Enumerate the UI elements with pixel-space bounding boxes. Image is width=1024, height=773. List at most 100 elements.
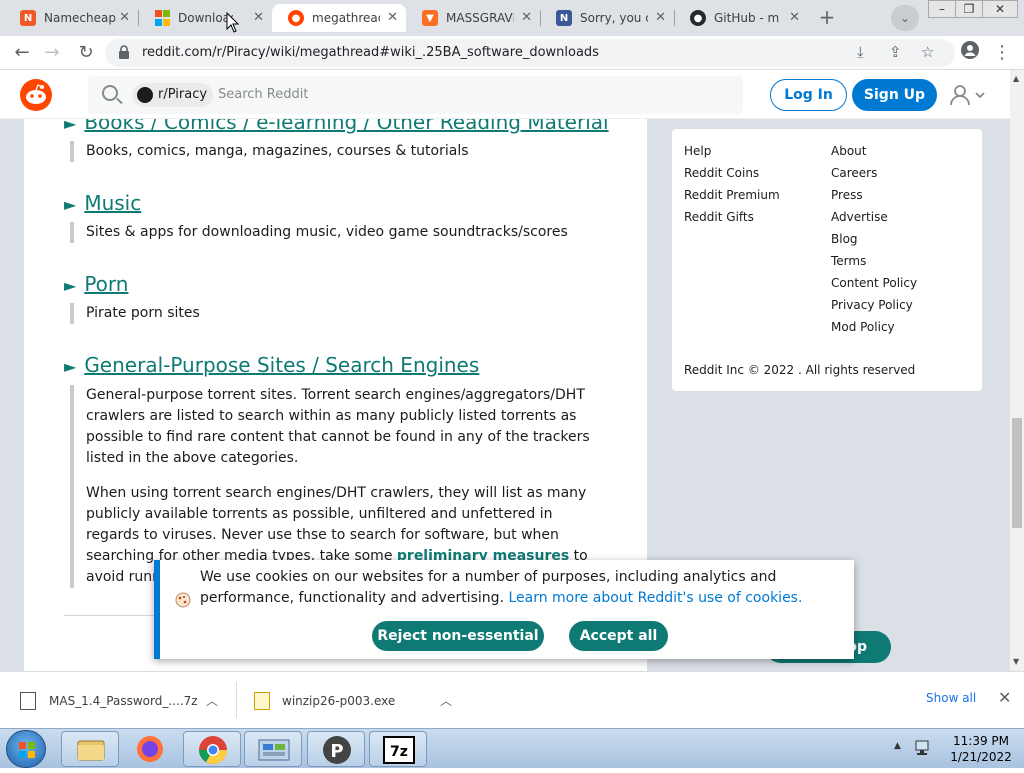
section-heading-music[interactable]: ► Music — [64, 191, 141, 215]
tab-title: megathread — [312, 11, 380, 25]
download-item[interactable]: winzip26-p003.exe ︿ — [254, 686, 459, 716]
system-clock[interactable]: 11:39 PM 1/21/2022 — [946, 733, 1016, 765]
chrome-icon[interactable] — [183, 731, 241, 767]
github-icon: ● — [690, 10, 706, 26]
close-tab-icon[interactable]: ✕ — [119, 10, 130, 25]
footer-link-content-policy[interactable]: Content Policy — [831, 276, 917, 290]
address-bar[interactable]: reddit.com/r/Piracy/wiki/megathread#wiki… — [105, 39, 955, 67]
back-arrow-icon[interactable]: ← — [10, 41, 34, 65]
show-hidden-icons-icon[interactable]: ▲ — [894, 741, 901, 751]
subreddit-chip-label: r/Piracy — [158, 87, 208, 102]
section-quote: Pirate porn sites — [70, 303, 200, 324]
close-tab-icon[interactable]: ✕ — [655, 10, 666, 25]
footer-link-help[interactable]: Help — [684, 144, 711, 158]
footer-link-press[interactable]: Press — [831, 188, 863, 202]
url-text: reddit.com/r/Piracy/wiki/megathread#wiki… — [142, 45, 599, 60]
file-explorer-icon[interactable] — [61, 731, 119, 767]
triangle-icon: ► — [64, 357, 77, 376]
reject-non-essential-button[interactable]: Reject non-essential — [372, 621, 544, 651]
new-tab-button[interactable]: + — [815, 6, 839, 30]
triangle-icon: ► — [64, 119, 77, 133]
tab-title: Namecheap — [44, 11, 116, 25]
tab-search-button[interactable]: ⌄ — [891, 5, 919, 31]
footer-link-advertise[interactable]: Advertise — [831, 210, 888, 224]
download-item[interactable]: MAS_1.4_Password_....7z ︿ — [20, 686, 225, 716]
footer-link-gifts[interactable]: Reddit Gifts — [684, 210, 754, 224]
tab-sorry[interactable]: N Sorry, you c ✕ — [540, 4, 674, 32]
heading-text: Books / Comics / e-learning / Other Read… — [84, 119, 609, 134]
footer-link-privacy-policy[interactable]: Privacy Policy — [831, 298, 913, 312]
close-tab-icon[interactable]: ✕ — [521, 10, 532, 25]
chevron-up-icon[interactable]: ︿ — [440, 686, 452, 716]
chevron-up-icon[interactable]: ︿ — [206, 686, 218, 716]
downloads-bar: MAS_1.4_Password_....7z ︿ winzip26-p003.… — [0, 671, 1024, 728]
browser-tab-strip: N Namecheap ✕ Download ✕ ● megathread ✕ … — [0, 0, 1024, 36]
svg-text:P: P — [330, 741, 343, 762]
forward-arrow-icon[interactable]: → — [40, 41, 64, 65]
signup-button[interactable]: Sign Up — [852, 79, 937, 111]
accept-all-button[interactable]: Accept all — [569, 621, 668, 651]
tab-title: Download — [178, 11, 233, 25]
tab-namecheap[interactable]: N Namecheap ✕ — [4, 4, 138, 32]
bookmark-star-icon[interactable]: ☆ — [921, 43, 934, 61]
heading-text: Music — [84, 191, 142, 215]
tab-title: MASSGRAVE — [446, 11, 514, 25]
mouse-cursor-icon — [226, 12, 240, 33]
section-heading-porn[interactable]: ► Porn — [64, 272, 128, 296]
reddit-search-bar[interactable]: r/Piracy Search Reddit — [88, 76, 743, 114]
heading-text: General-Purpose Sites / Search Engines — [84, 353, 480, 377]
footer-link-about[interactable]: About — [831, 144, 866, 158]
cookie-policy-link[interactable]: Learn more about Reddit's use of cookies… — [508, 590, 802, 606]
page-scrollbar[interactable]: ▲ ▼ — [1010, 70, 1024, 671]
show-all-downloads-link[interactable]: Show all — [926, 691, 976, 705]
close-tab-icon[interactable]: ✕ — [789, 10, 800, 25]
restore-button[interactable]: ❐ — [955, 0, 983, 18]
scroll-down-arrow-icon[interactable]: ▼ — [1013, 657, 1019, 666]
browser-menu-icon[interactable]: ⋮ — [990, 41, 1014, 65]
download-filename: MAS_1.4_Password_....7z — [49, 694, 198, 708]
subreddit-icon — [137, 87, 153, 103]
section-heading-general[interactable]: ► General-Purpose Sites / Search Engines — [64, 353, 479, 377]
scrollbar-thumb[interactable] — [1012, 418, 1022, 528]
close-window-button[interactable]: ✕ — [982, 0, 1018, 18]
footer-link-careers[interactable]: Careers — [831, 166, 877, 180]
footer-link-mod-policy[interactable]: Mod Policy — [831, 320, 895, 334]
section-description: Pirate porn sites — [86, 305, 200, 321]
footer-link-coins[interactable]: Reddit Coins — [684, 166, 759, 180]
tab-github[interactable]: ● GitHub - m ✕ — [674, 4, 808, 32]
cookie-icon — [175, 592, 191, 608]
close-tab-icon[interactable]: ✕ — [253, 10, 264, 25]
search-icon — [102, 85, 118, 101]
microsoft-icon — [154, 10, 170, 26]
section-description: General-purpose torrent sites. Torrent s… — [86, 387, 590, 466]
system-tray: ▲ 11:39 PM 1/21/2022 — [890, 729, 1024, 769]
install-icon[interactable]: ⤓ — [857, 43, 864, 61]
close-tab-icon[interactable]: ✕ — [387, 10, 398, 25]
section-heading-books[interactable]: ► Books / Comics / e-learning / Other Rea… — [64, 119, 609, 134]
reddit-logo-icon[interactable] — [20, 79, 52, 111]
footer-link-premium[interactable]: Reddit Premium — [684, 188, 780, 202]
subreddit-chip[interactable]: r/Piracy — [132, 83, 214, 107]
search-placeholder: Search Reddit — [218, 87, 309, 102]
reload-icon[interactable]: ↻ — [74, 41, 98, 65]
minimize-button[interactable]: – — [928, 0, 956, 18]
tab-massgrave[interactable]: ▼ MASSGRAVE ✕ — [406, 4, 540, 32]
network-icon[interactable] — [914, 739, 934, 757]
firefox-icon[interactable] — [121, 731, 179, 767]
pcloud-icon[interactable]: P — [307, 731, 365, 767]
control-panel-icon[interactable] — [244, 731, 302, 767]
profile-icon[interactable] — [958, 41, 982, 65]
user-menu-button[interactable] — [948, 84, 988, 106]
user-icon — [950, 85, 985, 106]
tab-megathread[interactable]: ● megathread ✕ — [272, 4, 406, 32]
share-icon[interactable]: ⇪ — [889, 43, 902, 61]
login-button[interactable]: Log In — [770, 79, 847, 111]
tab-download[interactable]: Download ✕ — [138, 4, 272, 32]
footer-link-terms[interactable]: Terms — [831, 254, 866, 268]
close-downloads-bar-icon[interactable]: ✕ — [998, 688, 1011, 707]
reddit-header: r/Piracy Search Reddit Log In Sign Up — [0, 70, 1010, 119]
start-button[interactable] — [6, 730, 46, 768]
footer-link-blog[interactable]: Blog — [831, 232, 858, 246]
scroll-up-arrow-icon[interactable]: ▲ — [1013, 74, 1019, 83]
7zip-icon[interactable]: 7z — [369, 731, 427, 767]
